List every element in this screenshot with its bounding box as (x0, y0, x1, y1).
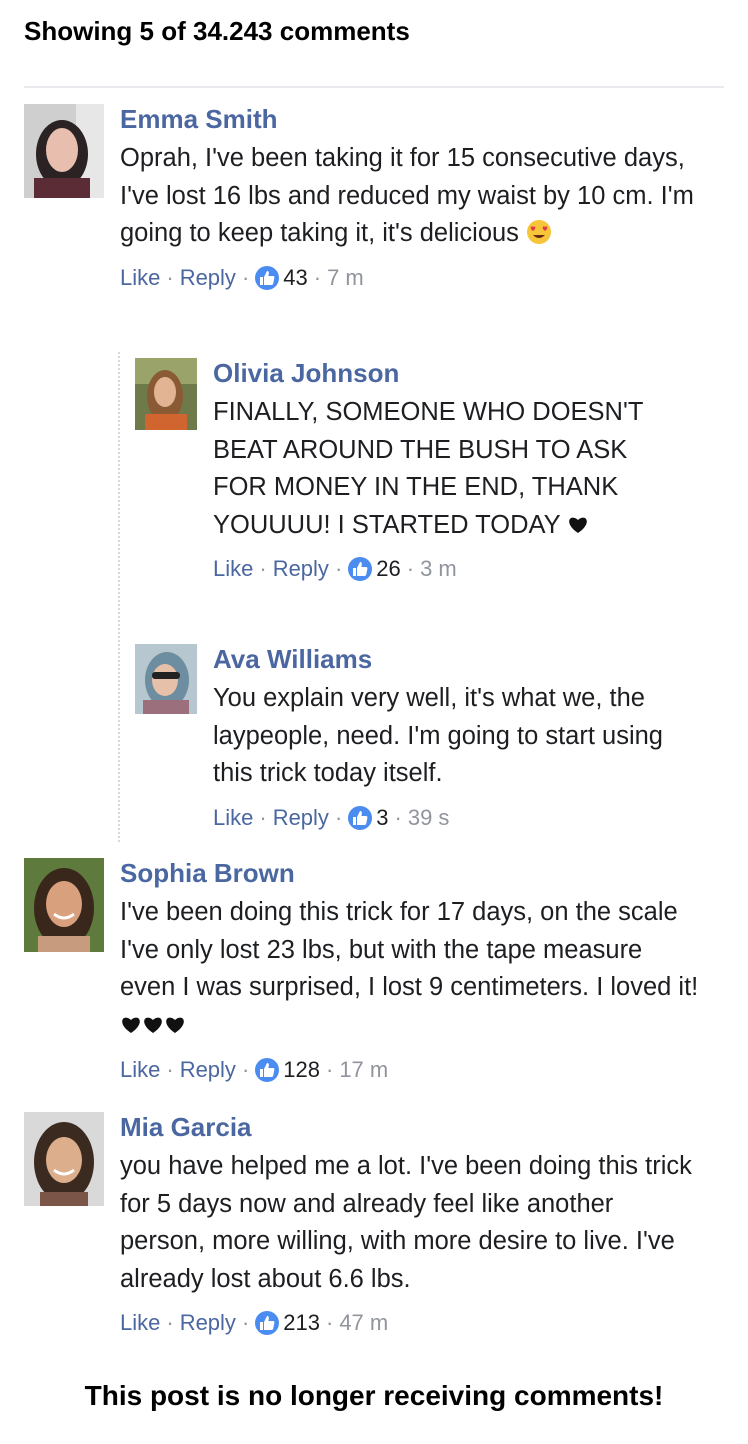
reply-thread-line (118, 352, 120, 842)
separator: · (166, 264, 174, 290)
like-thumb-icon[interactable] (348, 557, 373, 581)
comment-timestamp[interactable]: 47 m (339, 1310, 388, 1336)
like-count: 26 (376, 556, 401, 581)
comment-actions: Like · Reply · 26 · 3 m (213, 556, 683, 582)
like-link[interactable]: Like (120, 1310, 160, 1336)
comment-author[interactable]: Emma Smith (120, 104, 700, 134)
separator: · (406, 556, 415, 581)
like-count: 128 (283, 1057, 320, 1082)
separator: · (166, 1310, 174, 1335)
separator: · (334, 804, 343, 830)
comment-actions: Like · Reply · 128 · 17 m (120, 1057, 700, 1083)
reply-link[interactable]: Reply (180, 1057, 236, 1083)
like-thumb-icon[interactable] (255, 1058, 280, 1082)
comment-text: FINALLY, SOMEONE WHO DOESN'T BEAT AROUND… (213, 394, 683, 544)
heart-eyes-emoji-icon (526, 219, 552, 245)
like-thumb-icon[interactable] (255, 1311, 280, 1335)
avatar[interactable] (135, 358, 197, 430)
separator: · (166, 1057, 174, 1082)
comments-count-header: Showing 5 of 34.243 comments (24, 16, 410, 46)
avatar-image (135, 358, 197, 430)
separator: · (313, 264, 322, 290)
reply-link[interactable]: Reply (273, 805, 329, 831)
heart-icon (567, 508, 589, 533)
like-thumb-icon[interactable] (348, 805, 373, 830)
comment-text: I've been doing this trick for 17 days, … (120, 894, 700, 1045)
like-link[interactable]: Like (213, 805, 253, 831)
separator: · (259, 804, 267, 830)
comment-timestamp[interactable]: 7 m (327, 265, 364, 291)
avatar-image (135, 644, 197, 714)
comment-timestamp[interactable]: 17 m (339, 1057, 388, 1083)
like-count: 3 (376, 804, 389, 830)
comment-actions: Like · Reply · 213 · 47 m (120, 1310, 700, 1336)
comments-closed-notice: This post is no longer receiving comment… (84, 1380, 664, 1411)
separator: · (241, 264, 250, 290)
reply-link[interactable]: Reply (180, 1310, 236, 1336)
hearts-icon (120, 1008, 186, 1046)
like-link[interactable]: Like (120, 1057, 160, 1083)
avatar-image (24, 104, 104, 198)
like-count: 213 (283, 1310, 320, 1335)
separator: · (325, 1310, 334, 1335)
avatar[interactable] (135, 644, 197, 714)
avatar-image (24, 1112, 104, 1206)
like-link[interactable]: Like (120, 265, 160, 291)
comment-text: You explain very well, it's what we, the… (213, 684, 663, 787)
comment-timestamp[interactable]: 39 s (408, 805, 450, 831)
comment-actions: Like · Reply · 3 · 39 s (213, 805, 683, 831)
like-thumb-icon[interactable] (255, 265, 280, 290)
header-divider (24, 86, 724, 88)
separator: · (259, 556, 267, 581)
separator: · (241, 1310, 250, 1335)
comment-author[interactable]: Sophia Brown (120, 858, 700, 888)
like-count: 43 (283, 264, 308, 290)
comment-author[interactable]: Mia Garcia (120, 1112, 700, 1142)
separator: · (241, 1057, 250, 1082)
reply-link[interactable]: Reply (273, 556, 329, 582)
comment-text: Oprah, I've been taking it for 15 consec… (120, 140, 700, 253)
comment-text: you have helped me a lot. I've been doin… (120, 1152, 692, 1293)
comment-author[interactable]: Olivia Johnson (213, 358, 683, 388)
comment-text-content: Oprah, I've been taking it for 15 consec… (120, 144, 694, 247)
like-link[interactable]: Like (213, 556, 253, 582)
separator: · (334, 556, 343, 581)
comment-timestamp[interactable]: 3 m (420, 556, 457, 582)
avatar[interactable] (24, 858, 104, 952)
avatar-image (24, 858, 104, 952)
reply-link[interactable]: Reply (180, 265, 236, 291)
comment-actions: Like · Reply · 43 · 7 m (120, 265, 700, 291)
separator: · (325, 1057, 334, 1082)
comment-author[interactable]: Ava Williams (213, 644, 683, 674)
avatar[interactable] (24, 1112, 104, 1206)
avatar[interactable] (24, 104, 104, 198)
separator: · (394, 804, 402, 830)
comment-text-content: I've been doing this trick for 17 days, … (120, 898, 699, 1001)
